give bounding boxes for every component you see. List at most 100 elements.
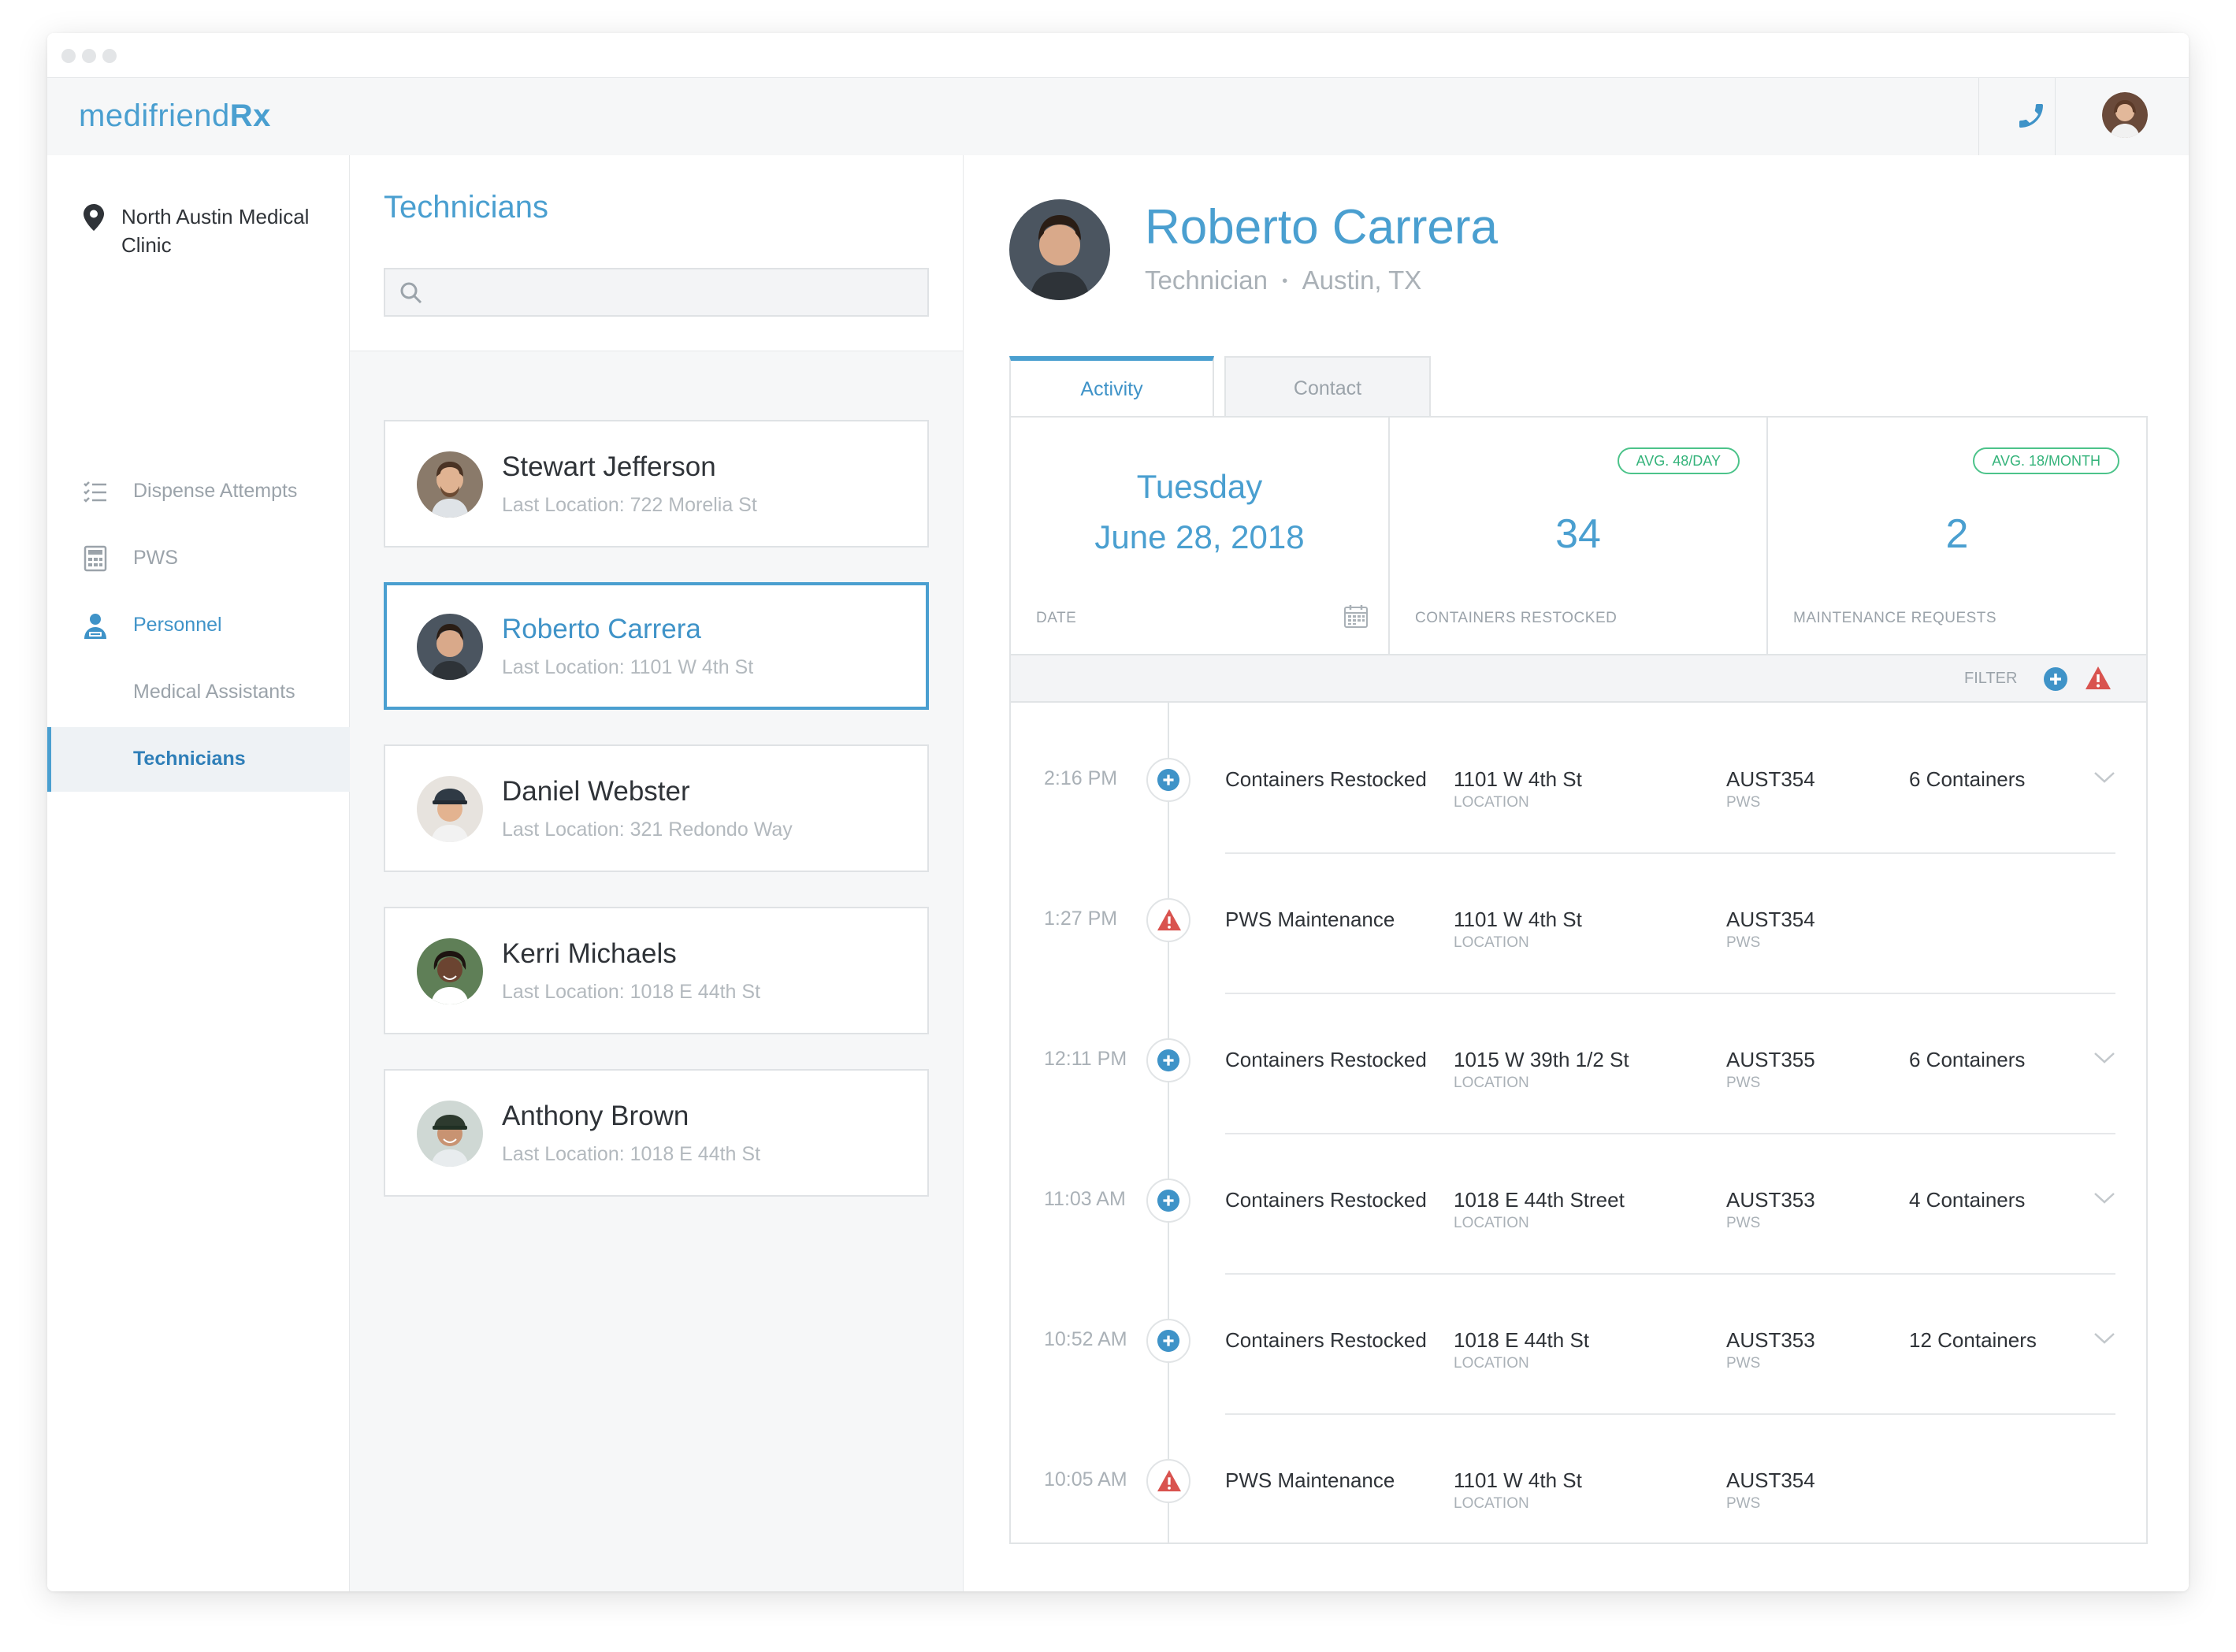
technician-avatar — [417, 451, 483, 518]
filter-label: FILTER — [1964, 670, 2018, 687]
sidebar-item-label: Medical Assistants — [133, 681, 295, 703]
sidebar-item-dispense-attempts[interactable]: Dispense Attempts — [47, 459, 349, 524]
list-title: Technicians — [384, 190, 549, 225]
activity-row[interactable]: 10:52 AM Containers Restocked 1018 E 44th … — [1011, 1275, 2146, 1415]
window-close-dot[interactable] — [61, 49, 76, 63]
maintenance-stat: AVG. 18/MONTH 2 MAINTENANCE REQUESTS — [1768, 418, 2146, 654]
technician-location: Last Location: 1018 E 44th St — [502, 1143, 761, 1165]
row-activity: Containers Restocked — [1225, 1328, 1427, 1352]
filter-restock-plus-icon[interactable] — [2043, 666, 2068, 696]
row-expand-toggle[interactable] — [2093, 770, 2115, 789]
technician-card[interactable]: Daniel Webster Last Location: 321 Redond… — [384, 744, 929, 872]
sidebar-item-label: Dispense Attempts — [133, 480, 298, 502]
row-pws-label: PWS — [1726, 934, 1761, 951]
activity-panel: Tuesday June 28, 2018 DATE AVG. 48/DAY 3… — [1009, 416, 2148, 1544]
checklist-icon — [82, 478, 109, 505]
row-pws-label: PWS — [1726, 1215, 1761, 1231]
row-time: 10:52 AM — [1044, 1328, 1127, 1350]
date-label: DATE — [1036, 610, 1077, 626]
activity-row[interactable]: 11:03 AM Containers Restocked 1018 E 44th … — [1011, 1134, 2146, 1275]
row-expand-toggle[interactable] — [2093, 1051, 2115, 1069]
technician-card[interactable]: Stewart Jefferson Last Location: 722 Mor… — [384, 420, 929, 548]
window-maximize-dot[interactable] — [102, 49, 117, 63]
window-minimize-dot[interactable] — [82, 49, 96, 63]
restock-plus-icon — [1157, 1329, 1180, 1353]
maintenance-value: 2 — [1945, 511, 1969, 557]
row-activity: Containers Restocked — [1225, 1048, 1427, 1071]
row-count: 6 Containers — [1909, 767, 2026, 791]
sidebar-item-personnel[interactable]: Personnel — [47, 593, 349, 658]
technician-name: Stewart Jefferson — [502, 451, 716, 482]
technician-card-selected[interactable]: Roberto Carrera Last Location: 1101 W 4t… — [384, 582, 929, 710]
row-location: 1101 W 4th St — [1454, 767, 1582, 791]
row-type-badge — [1146, 898, 1190, 942]
sidebar-item-label: Personnel — [133, 614, 222, 636]
header-divider — [1978, 78, 1979, 155]
date-day: Tuesday — [1136, 468, 1263, 505]
profile-role: Technician — [1145, 265, 1268, 295]
technician-card[interactable]: Anthony Brown Last Location: 1018 E 44th… — [384, 1069, 929, 1197]
date-stat[interactable]: Tuesday June 28, 2018 DATE — [1011, 418, 1390, 654]
row-pws: AUST354 — [1726, 767, 1815, 791]
logo-light-text: medifriend — [79, 98, 230, 133]
activity-row[interactable]: 12:11 PM Containers Restocked 1015 W 39th … — [1011, 994, 2146, 1134]
row-location-label: LOCATION — [1454, 794, 1529, 811]
tab-activity[interactable]: Activity — [1009, 356, 1214, 418]
row-type-badge — [1146, 1319, 1190, 1363]
row-location: 1101 W 4th St — [1454, 1468, 1582, 1492]
technician-name: Roberto Carrera — [502, 614, 701, 644]
window-titlebar — [47, 33, 2189, 77]
sidebar-item-label: PWS — [133, 547, 178, 569]
technician-location: Last Location: 321 Redondo Way — [502, 819, 793, 841]
profile-name: Roberto Carrera — [1145, 200, 1498, 254]
row-pws-label: PWS — [1726, 1495, 1761, 1512]
technician-location: Last Location: 1018 E 44th St — [502, 981, 761, 1003]
row-expand-toggle[interactable] — [2093, 1331, 2115, 1349]
activity-row: 1:27 PM PWS Maintenance 1101 W 4th St LOCAT… — [1011, 854, 2146, 994]
filter-bar: FILTER — [1011, 654, 2146, 703]
user-avatar[interactable] — [2102, 92, 2148, 138]
row-activity: PWS Maintenance — [1225, 1468, 1395, 1492]
header-divider — [2055, 78, 2056, 155]
calendar-icon[interactable] — [1343, 603, 1369, 633]
logo-bold-text: Rx — [229, 98, 271, 133]
row-expand-toggle[interactable] — [2093, 1191, 2115, 1209]
search-input[interactable] — [384, 268, 929, 317]
list-header: Technicians — [350, 155, 963, 351]
row-location: 1018 E 44th St — [1454, 1328, 1590, 1352]
sidebar-item-medical-assistants[interactable]: Medical Assistants — [47, 660, 349, 725]
subtitle-separator: • — [1282, 273, 1288, 290]
chevron-down-icon — [2094, 1052, 2115, 1064]
app-logo[interactable]: medifriendRx — [79, 98, 271, 134]
containers-value: 34 — [1555, 511, 1601, 557]
row-location-label: LOCATION — [1454, 1075, 1529, 1091]
row-count: 12 Containers — [1909, 1328, 2037, 1352]
chevron-down-icon — [2094, 1193, 2115, 1204]
sidebar-item-pws[interactable]: PWS — [47, 526, 349, 591]
person-icon — [82, 612, 109, 639]
tab-contact[interactable]: Contact — [1224, 356, 1431, 418]
row-count: 6 Containers — [1909, 1048, 2026, 1071]
technician-location: Last Location: 722 Morelia St — [502, 494, 757, 516]
row-location-label: LOCATION — [1454, 1215, 1529, 1231]
row-pws: AUST355 — [1726, 1048, 1815, 1071]
profile-subtitle: Technician • Austin, TX — [1145, 265, 1421, 295]
app-window: medifriendRx North Austin Medical Clinic… — [47, 33, 2189, 1591]
technician-card[interactable]: Kerri Michaels Last Location: 1018 E 44t… — [384, 907, 929, 1034]
filter-maintenance-warning-icon[interactable] — [2085, 666, 2112, 695]
activity-row: 10:05 AM PWS Maintenance 1101 W 4th St LOCA… — [1011, 1415, 2146, 1555]
location-pin-icon — [84, 204, 104, 235]
maintenance-label: MAINTENANCE REQUESTS — [1793, 610, 1997, 626]
row-pws-label: PWS — [1726, 794, 1761, 811]
phone-icon[interactable] — [2015, 100, 2047, 132]
technician-avatar — [417, 776, 483, 842]
chevron-down-icon — [2094, 1333, 2115, 1344]
sidebar-item-technicians[interactable]: Technicians — [47, 727, 353, 792]
activity-row[interactable]: 2:16 PM Containers Restocked 1101 W 4th St… — [1011, 714, 2146, 854]
row-time: 2:16 PM — [1044, 767, 1118, 789]
date-full: June 28, 2018 — [1094, 518, 1305, 555]
row-location-label: LOCATION — [1454, 934, 1529, 951]
row-time: 10:05 AM — [1044, 1468, 1127, 1491]
row-pws-label: PWS — [1726, 1355, 1761, 1372]
row-activity: Containers Restocked — [1225, 1188, 1427, 1212]
